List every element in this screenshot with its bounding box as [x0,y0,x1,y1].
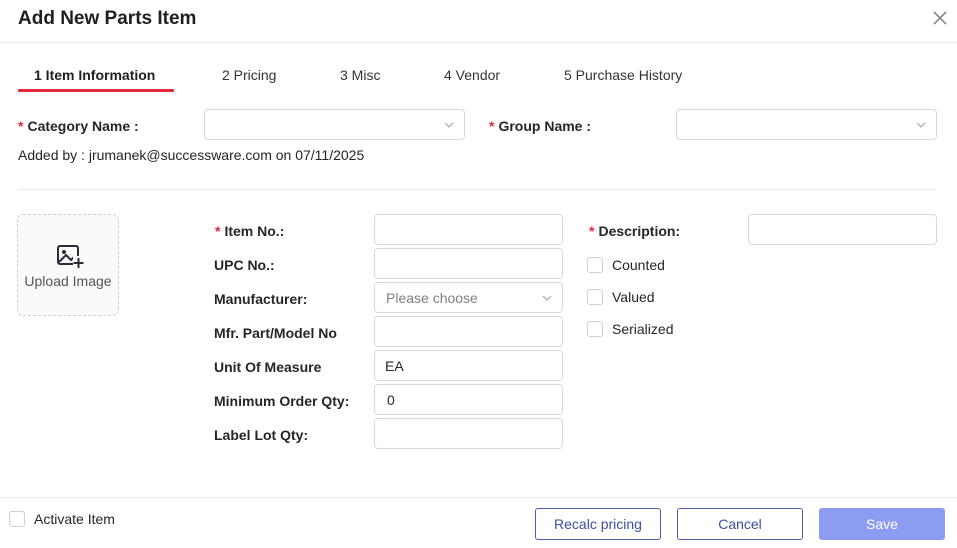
serialized-checkbox[interactable] [587,321,603,337]
add-image-icon [57,245,84,269]
unit-of-measure-label: Unit Of Measure [214,359,321,375]
upc-no-label: UPC No.: [214,257,275,273]
required-marker: * [18,118,24,134]
group-name-select[interactable] [676,109,937,140]
label-lot-qty-text: Label Lot Qty [214,427,304,443]
tab-purchase-history[interactable]: 5 Purchase History [564,67,682,83]
dialog-title: Add New Parts Item [18,8,197,29]
required-marker: * [215,223,221,239]
serialized-label: Serialized [612,321,674,337]
item-no-label: * Item No.: [215,223,284,239]
chevron-down-icon [542,295,552,301]
item-no-text: Item No. [224,223,280,239]
label-lot-qty-input[interactable] [374,418,563,449]
counted-label: Counted [612,257,665,273]
manufacturer-text: Manufacturer [214,291,303,307]
upc-no-input[interactable] [374,248,563,279]
unit-of-measure-text: Unit Of Measure [214,359,322,375]
tab-bar: 1 Item Information 2 Pricing 3 Misc 4 Ve… [18,57,938,92]
tab-item-information[interactable]: 1 Item Information [34,67,155,83]
unit-of-measure-input[interactable]: EA [374,350,563,381]
group-name-label: * Group Name : [489,118,591,134]
section-divider [18,189,936,190]
label-colon: : [134,118,139,134]
upload-image-button[interactable]: Upload Image [17,214,119,316]
tab-vendor[interactable]: 4 Vendor [444,67,500,83]
tab-pricing[interactable]: 2 Pricing [222,67,276,83]
description-input[interactable] [748,214,937,245]
active-tab-indicator [18,89,174,92]
label-colon: : [302,291,308,307]
manufacturer-placeholder: Please choose [386,290,478,306]
manufacturer-label: Manufacturer: [214,291,307,307]
category-name-select[interactable] [204,109,465,140]
label-colon: : [586,118,592,134]
manufacturer-select[interactable]: Please choose [374,282,563,313]
group-name-text: Group Name [498,118,583,134]
counted-checkbox[interactable] [587,257,603,273]
add-parts-item-dialog: Add New Parts Item 1 Item Information 2 … [0,0,957,548]
activate-item-checkbox[interactable] [9,511,25,527]
label-colon: : [344,393,350,409]
label-lot-qty-label: Label Lot Qty: [214,427,308,443]
valued-label: Valued [612,289,655,305]
description-label: * Description: [589,223,680,239]
valued-checkbox[interactable] [587,289,603,305]
minimum-order-qty-label: Minimum Order Qty: [214,393,349,409]
required-marker: * [489,118,495,134]
chevron-down-icon [444,122,454,128]
close-icon[interactable] [931,9,949,27]
dialog-footer: Activate Item Recalc pricing Cancel Save [0,497,957,548]
label-colon: : [279,223,285,239]
category-name-text: Category Name [27,118,131,134]
mfr-part-text: Mfr. Part/Model No [214,325,337,341]
upload-image-label: Upload Image [24,273,112,289]
minimum-order-qty-input[interactable]: 0 [374,384,563,415]
chevron-down-icon [916,122,926,128]
save-button[interactable]: Save [819,508,945,540]
minimum-order-qty-text: Minimum Order Qty [214,393,345,409]
upc-no-text: UPC No. [214,257,270,273]
dialog-header: Add New Parts Item [0,0,957,43]
required-marker: * [589,223,595,239]
mfr-part-label: Mfr. Part/Model No [214,325,337,341]
description-text: Description [598,223,676,239]
item-no-input[interactable] [374,214,563,245]
tab-misc[interactable]: 3 Misc [340,67,380,83]
added-by-text: Added by : jrumanek@successware.com on 0… [18,147,365,163]
label-colon: : [270,257,275,273]
label-colon: : [303,427,309,443]
recalc-pricing-button[interactable]: Recalc pricing [535,508,661,540]
cancel-button[interactable]: Cancel [677,508,803,540]
category-name-label: * Category Name : [18,118,139,134]
label-colon: : [675,223,681,239]
activate-item-label: Activate Item [34,511,115,527]
mfr-part-input[interactable] [374,316,563,347]
